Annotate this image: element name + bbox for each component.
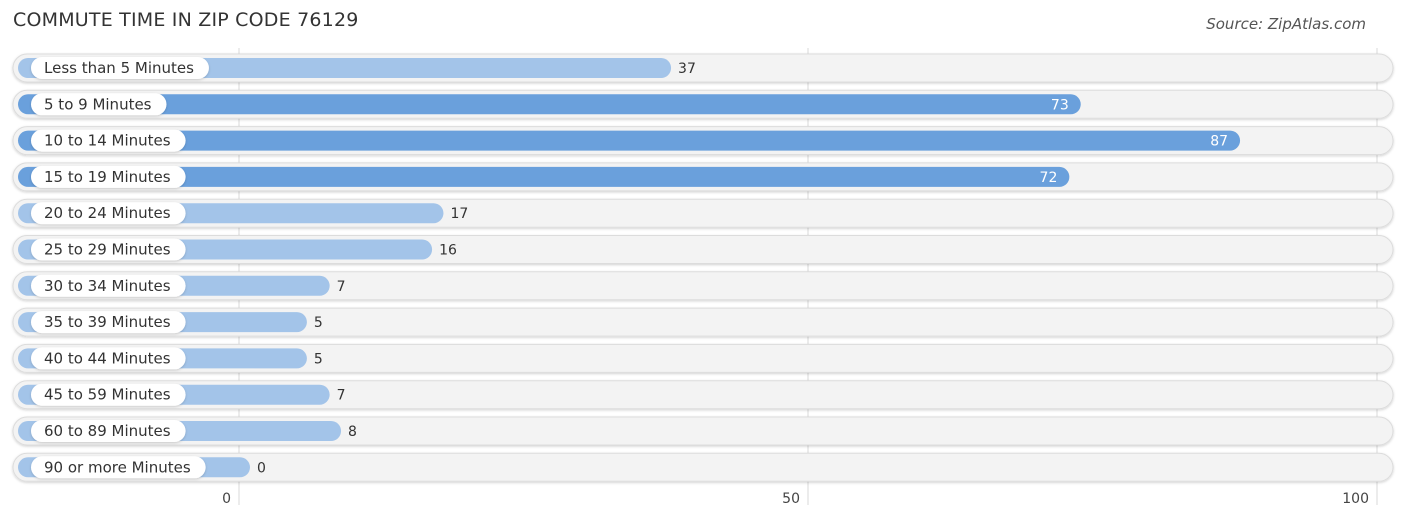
value-label: 0 xyxy=(257,460,266,476)
bar-row: Less than 5 Minutes 37 xyxy=(12,53,1394,83)
category-label: 45 to 59 Minutes xyxy=(44,386,171,404)
value-label: 73 xyxy=(1051,97,1069,113)
category-label: 20 to 24 Minutes xyxy=(44,204,171,222)
x-tick-label: 50 xyxy=(782,491,800,507)
category-label: 60 to 89 Minutes xyxy=(44,422,171,440)
value-label: 72 xyxy=(1040,170,1058,186)
value-label: 87 xyxy=(1210,134,1228,150)
bar-chart: Less than 5 Minutes 37 5 to 9 Minutes 73 10 … xyxy=(12,48,1394,507)
bar-row: 25 to 29 Minutes 16 xyxy=(12,235,1394,264)
category-label: 15 to 19 Minutes xyxy=(44,168,171,186)
value-label: 5 xyxy=(314,351,323,367)
value-label: 16 xyxy=(439,243,457,259)
category-label: Less than 5 Minutes xyxy=(44,59,194,77)
category-label: 40 to 44 Minutes xyxy=(44,349,171,367)
bar xyxy=(18,94,1081,115)
value-label: 17 xyxy=(450,206,468,222)
x-tick-label: 100 xyxy=(1342,491,1369,507)
category-label: 25 to 29 Minutes xyxy=(44,241,171,259)
bar-row: 10 to 14 Minutes 87 xyxy=(12,126,1394,156)
category-label: 10 to 14 Minutes xyxy=(44,132,171,150)
bar-row: 40 to 44 Minutes 5 xyxy=(12,343,1394,373)
category-label: 90 or more Minutes xyxy=(44,458,191,476)
bar-row: 5 to 9 Minutes 73 xyxy=(12,89,1394,119)
bar-row: 15 to 19 Minutes 72 xyxy=(12,162,1394,192)
category-label: 5 to 9 Minutes xyxy=(44,95,152,113)
bar-row: 45 to 59 Minutes 7 xyxy=(12,380,1394,410)
value-label: 37 xyxy=(678,61,696,77)
category-label: 35 to 39 Minutes xyxy=(44,313,171,331)
bar-row: 60 to 89 Minutes 8 xyxy=(12,416,1394,446)
bar xyxy=(18,130,1241,151)
value-label: 7 xyxy=(337,279,346,295)
value-label: 7 xyxy=(337,388,346,404)
bar-row: 90 or more Minutes 0 xyxy=(12,452,1394,482)
value-label: 5 xyxy=(314,315,323,331)
bar-row: 30 to 34 Minutes 7 xyxy=(12,271,1394,301)
x-tick-label: 0 xyxy=(222,491,231,507)
value-label: 8 xyxy=(348,424,357,440)
bar-row: 35 to 39 Minutes 5 xyxy=(12,307,1394,337)
category-label: 30 to 34 Minutes xyxy=(44,277,171,295)
bar-row: 20 to 24 Minutes 17 xyxy=(12,198,1394,228)
